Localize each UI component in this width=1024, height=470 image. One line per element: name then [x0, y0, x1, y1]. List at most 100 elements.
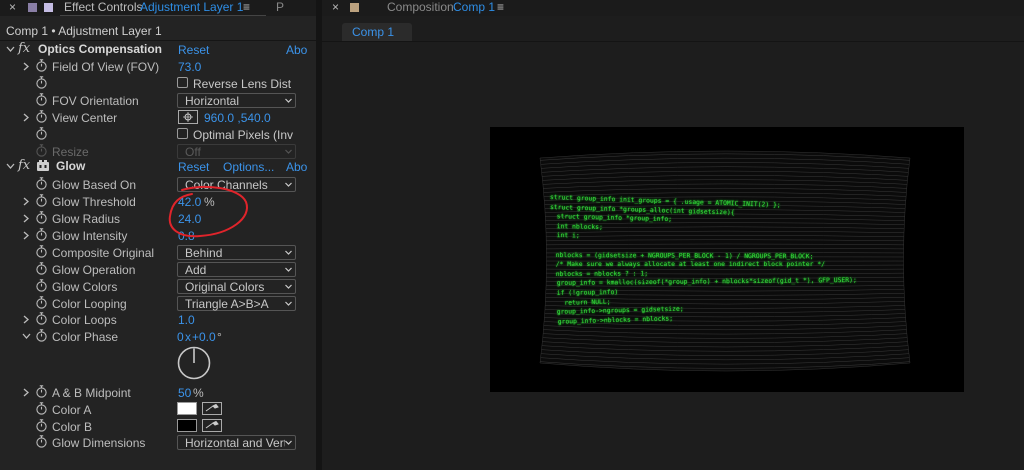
stopwatch-icon[interactable]: [35, 279, 48, 292]
reverse-lens-checkbox[interactable]: [177, 77, 188, 88]
property-label: Glow Based On: [52, 178, 137, 192]
property-label: Color A: [52, 403, 92, 417]
chevron-right-icon[interactable]: [22, 113, 30, 122]
property-label: Glow Threshold: [52, 195, 136, 209]
effect-name: Glow: [56, 159, 86, 173]
degree-symbol: °: [217, 330, 222, 344]
tab-comp-name[interactable]: Comp 1: [453, 0, 495, 14]
stopwatch-icon[interactable]: [35, 402, 48, 415]
effect-controls-panel: × Effect Controls Adjustment Layer 1 ≡ P…: [0, 0, 316, 470]
glow-dimensions-dropdown[interactable]: Horizontal and Vert: [177, 435, 296, 450]
fov-orientation-dropdown[interactable]: Horizontal: [177, 93, 296, 108]
property-label: Resize: [52, 145, 89, 159]
chevron-down-icon: [285, 440, 292, 445]
angle-dial[interactable]: [176, 345, 212, 381]
breadcrumb: Comp 1 • Adjustment Layer 1: [6, 24, 162, 38]
property-label: Color B: [52, 420, 93, 434]
composite-original-dropdown[interactable]: Behind: [177, 245, 296, 260]
chevron-right-icon[interactable]: [22, 197, 30, 206]
tab-layer-name[interactable]: Adjustment Layer 1: [140, 0, 243, 14]
color-phase-revolutions[interactable]: 0: [177, 330, 184, 344]
annotation-circle: [168, 185, 248, 238]
chevron-right-icon[interactable]: [22, 62, 30, 71]
tab-composition[interactable]: Composition: [387, 0, 454, 14]
stopwatch-icon[interactable]: [35, 110, 48, 123]
color-a-swatch[interactable]: [177, 402, 197, 415]
optimal-pixels-checkbox[interactable]: [177, 128, 188, 139]
stopwatch-icon[interactable]: [35, 177, 48, 190]
chevron-right-icon[interactable]: [22, 231, 30, 240]
property-label: Color Looping: [52, 297, 127, 311]
chevron-down-icon: [285, 284, 292, 289]
eyedropper-icon[interactable]: [202, 402, 222, 415]
fov-value[interactable]: 73.0: [178, 60, 201, 74]
tab-overflow[interactable]: P: [276, 0, 284, 14]
options-button[interactable]: Options...: [223, 160, 274, 174]
dropdown-value: Triangle A>B>A: [185, 297, 269, 311]
stopwatch-icon[interactable]: [35, 262, 48, 275]
property-color-phase: Color Phase 0 x +0.0 °: [0, 328, 316, 345]
color-b-swatch[interactable]: [177, 419, 197, 432]
stopwatch-icon[interactable]: [35, 312, 48, 325]
stopwatch-icon[interactable]: [35, 93, 48, 106]
dropdown-value: Off: [185, 145, 201, 159]
effect-glow[interactable]: fx Glow Reset Options... Abo: [0, 158, 316, 175]
midpoint-value[interactable]: 50: [178, 386, 191, 400]
property-color-b: Color B: [0, 418, 316, 435]
color-phase-degrees[interactable]: +0.0: [192, 330, 216, 344]
reset-button[interactable]: Reset: [178, 43, 209, 57]
code-line: int nblocks;: [549, 221, 604, 231]
panel-menu-icon[interactable]: ≡: [497, 0, 504, 14]
comp-viewer-tab[interactable]: Comp 1: [342, 23, 412, 41]
property-glow-threshold: Glow Threshold 42.0 %: [0, 193, 316, 210]
stopwatch-icon[interactable]: [35, 296, 48, 309]
chevron-right-icon[interactable]: [22, 214, 30, 223]
chevron-right-icon[interactable]: [22, 315, 30, 324]
chevron-down-icon[interactable]: [6, 45, 15, 54]
eyedropper-icon[interactable]: [202, 419, 222, 432]
tab-underline: [60, 15, 266, 16]
reset-button[interactable]: Reset: [178, 160, 209, 174]
chevron-down-icon[interactable]: [22, 332, 31, 341]
view-center-value[interactable]: 960.0 ,540.0: [204, 111, 271, 125]
property-label: FOV Orientation: [52, 94, 139, 108]
glow-operation-dropdown[interactable]: Add: [177, 262, 296, 277]
fx-icon[interactable]: fx: [18, 158, 30, 173]
close-panel-icon[interactable]: ×: [9, 0, 16, 14]
crosshair-icon[interactable]: [178, 110, 198, 124]
divider: [322, 41, 1024, 42]
stopwatch-icon[interactable]: [35, 194, 48, 207]
chevron-right-icon[interactable]: [22, 388, 30, 397]
stopwatch-icon[interactable]: [35, 245, 48, 258]
stopwatch-icon[interactable]: [35, 76, 48, 89]
stopwatch-icon[interactable]: [35, 127, 48, 140]
dropdown-value: Add: [185, 263, 207, 277]
stopwatch-icon[interactable]: [35, 435, 48, 448]
glow-colors-dropdown[interactable]: Original Colors: [177, 279, 296, 294]
property-color-loops: Color Loops 1.0: [0, 311, 316, 328]
tab-effect-controls[interactable]: Effect Controls: [64, 0, 142, 14]
property-glow-operation: Glow Operation Add: [0, 261, 316, 278]
chevron-down-icon: [285, 301, 292, 306]
effect-optics-compensation[interactable]: fx Optics Compensation Reset Abo: [0, 41, 316, 58]
close-panel-icon[interactable]: ×: [332, 0, 339, 14]
chevron-down-icon[interactable]: [6, 162, 15, 171]
dropdown-value: Horizontal and Vert: [185, 436, 285, 450]
stopwatch-icon[interactable]: [35, 419, 48, 432]
color-loops-value[interactable]: 1.0: [178, 313, 195, 327]
color-looping-dropdown[interactable]: Triangle A>B>A: [177, 296, 296, 311]
stopwatch-icon[interactable]: [35, 59, 48, 72]
fx-icon[interactable]: fx: [18, 41, 30, 56]
stopwatch-icon[interactable]: [35, 211, 48, 224]
composition-canvas[interactable]: struct group_info init_groups = { .usage…: [490, 127, 964, 392]
stopwatch-icon[interactable]: [35, 228, 48, 241]
panel-menu-icon[interactable]: ≡: [243, 0, 250, 14]
property-label: Field Of View (FOV): [52, 60, 160, 74]
stopwatch-icon[interactable]: [35, 329, 48, 342]
stopwatch-icon[interactable]: [35, 385, 48, 398]
about-button[interactable]: Abo: [286, 160, 307, 174]
property-color-a: Color A: [0, 401, 316, 418]
composition-panel: × Composition Comp 1 ≡ Comp 1 struct gro…: [322, 0, 1024, 470]
about-button[interactable]: Abo: [286, 43, 307, 57]
chevron-down-icon: [285, 250, 292, 255]
